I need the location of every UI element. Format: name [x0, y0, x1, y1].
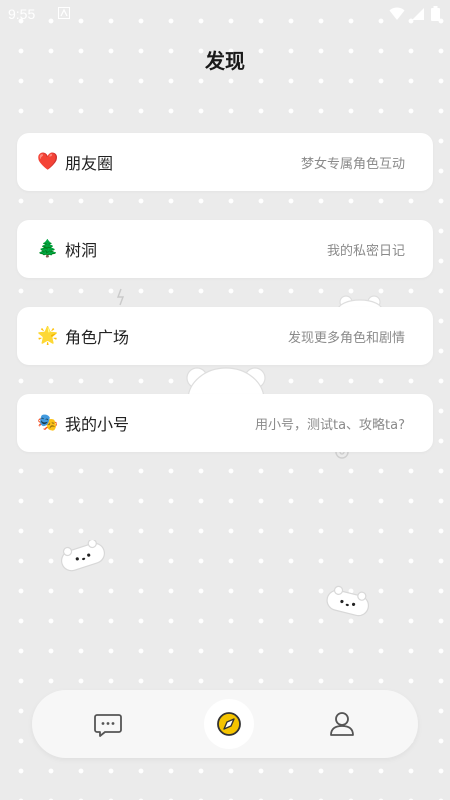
menu-card-alt-account[interactable]: 🎭 我的小号 用小号，测试ta、攻略ta?: [17, 394, 433, 452]
heart-icon: ❤️: [37, 151, 59, 172]
app-notification-icon: [58, 7, 70, 19]
page-title: 发现: [205, 49, 245, 73]
menu-card-moments[interactable]: ❤️ 朋友圈 梦女专属角色互动: [17, 133, 433, 191]
card-subtitle: 我的私密日记: [326, 243, 405, 259]
evergreen-tree-icon: 🌲: [37, 238, 59, 259]
battery-icon: [431, 6, 440, 21]
status-time: 9:55: [8, 6, 36, 22]
status-bar: 9:55: [0, 0, 450, 30]
bottom-nav: [32, 690, 418, 758]
glowing-star-icon: 🌟: [37, 325, 59, 346]
nav-tab-profile[interactable]: [322, 704, 362, 744]
profile-icon: [330, 712, 354, 736]
chat-bubble-icon: [94, 714, 122, 737]
card-subtitle: 梦女专属角色互动: [300, 156, 405, 172]
card-subtitle: 用小号，测试ta、攻略ta?: [254, 417, 405, 433]
card-title: 树洞: [65, 241, 98, 260]
card-subtitle: 发现更多角色和剧情: [287, 330, 405, 346]
nav-tab-messages[interactable]: [88, 704, 128, 744]
sparkle-decoration: [116, 288, 125, 306]
bear-sticker-decoration: [326, 585, 370, 617]
menu-card-character-plaza[interactable]: 🌟 角色广场 发现更多角色和剧情: [17, 307, 433, 365]
menu-card-tree-hole[interactable]: 🌲 树洞 我的私密日记: [17, 220, 433, 278]
card-title: 我的小号: [65, 415, 130, 434]
card-title: 角色广场: [65, 328, 130, 347]
compass-icon: [217, 712, 241, 736]
wifi-icon: [389, 7, 405, 20]
card-title: 朋友圈: [65, 154, 114, 173]
theater-masks-icon: 🎭: [37, 412, 59, 433]
bear-sticker-decoration: [60, 540, 106, 572]
cellular-signal-icon: [412, 7, 424, 20]
nav-tab-discover[interactable]: [209, 704, 249, 744]
